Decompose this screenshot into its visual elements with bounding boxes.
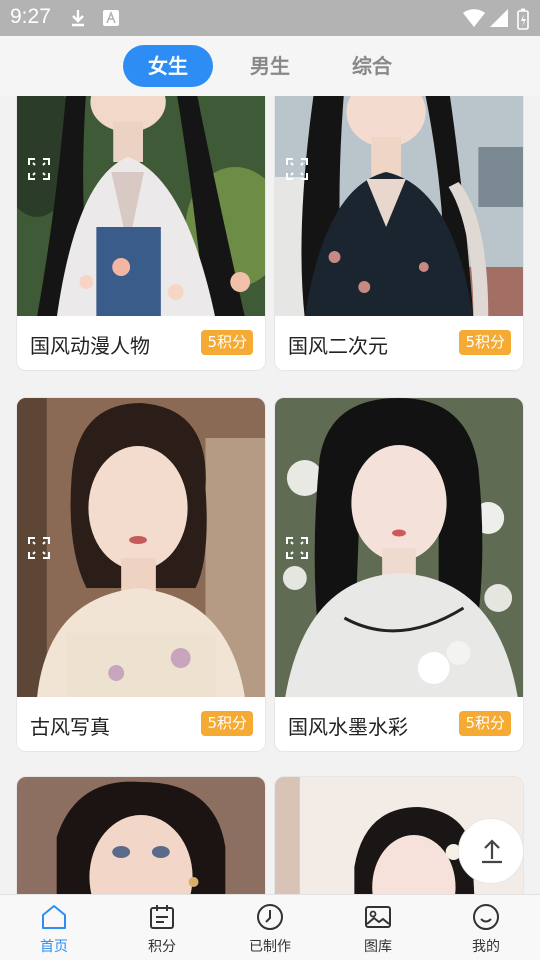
status-bar: 9:27 (0, 0, 540, 36)
points-badge: 5积分 (201, 330, 253, 355)
expand-icon[interactable] (27, 536, 51, 560)
signal-icon (489, 8, 509, 32)
template-card[interactable]: 国风二次元 5积分 (274, 96, 524, 371)
keyboard-a-icon (102, 8, 120, 32)
points-badge: 5积分 (459, 330, 511, 355)
card-image (275, 96, 523, 318)
scroll-to-top-button[interactable] (458, 818, 524, 884)
clock-icon (257, 904, 283, 930)
expand-icon[interactable] (285, 536, 309, 560)
home-icon (42, 905, 66, 929)
nav-label: 已制作 (249, 939, 291, 955)
upload-arrow-icon (482, 839, 502, 864)
nav-points[interactable]: 积分 (108, 895, 216, 960)
download-icon (68, 8, 88, 32)
template-card[interactable] (16, 776, 266, 894)
points-badge: 5积分 (201, 711, 253, 736)
category-tabs: 女生 男生 综合 (0, 36, 540, 96)
card-image (275, 398, 523, 699)
calendar-icon (150, 905, 174, 929)
points-badge: 5积分 (459, 711, 511, 736)
template-card[interactable]: 古风写真 5积分 (16, 397, 266, 752)
card-title: 古风写真 (30, 715, 110, 739)
nav-label: 图库 (364, 939, 392, 955)
card-footer: 国风水墨水彩 5积分 (275, 697, 523, 751)
image-icon (365, 906, 391, 928)
card-image (17, 777, 265, 894)
card-title: 国风二次元 (288, 334, 388, 358)
nav-label: 首页 (40, 939, 68, 955)
nav-created[interactable]: 已制作 (216, 895, 324, 960)
tab-male[interactable]: 男生 (225, 45, 315, 87)
card-image (17, 398, 265, 699)
card-image (17, 96, 265, 318)
nav-label: 积分 (148, 939, 176, 955)
wifi-icon (462, 8, 486, 32)
nav-gallery[interactable]: 图库 (324, 895, 432, 960)
tab-general[interactable]: 综合 (327, 45, 417, 87)
nav-home[interactable]: 首页 (0, 895, 108, 960)
expand-icon[interactable] (27, 157, 51, 181)
card-title: 国风水墨水彩 (288, 715, 408, 739)
smile-icon (473, 904, 499, 930)
nav-mine[interactable]: 我的 (432, 895, 540, 960)
bottom-nav: 首页 积分 已制作 图库 我的 (0, 894, 540, 960)
tab-female[interactable]: 女生 (123, 45, 213, 87)
card-footer: 国风二次元 5积分 (275, 316, 523, 370)
nav-label: 我的 (472, 939, 500, 955)
battery-charging-icon (517, 8, 529, 34)
status-time: 9:27 (10, 5, 51, 28)
card-title: 国风动漫人物 (30, 334, 150, 358)
template-feed[interactable]: 国风动漫人物 5积分 国风二次元 5积分 古风写真 5积分 国风水墨水彩 5积分 (0, 96, 540, 894)
template-card[interactable]: 国风动漫人物 5积分 (16, 96, 266, 371)
card-footer: 古风写真 5积分 (17, 697, 265, 751)
card-footer: 国风动漫人物 5积分 (17, 316, 265, 370)
expand-icon[interactable] (285, 157, 309, 181)
template-card[interactable]: 国风水墨水彩 5积分 (274, 397, 524, 752)
